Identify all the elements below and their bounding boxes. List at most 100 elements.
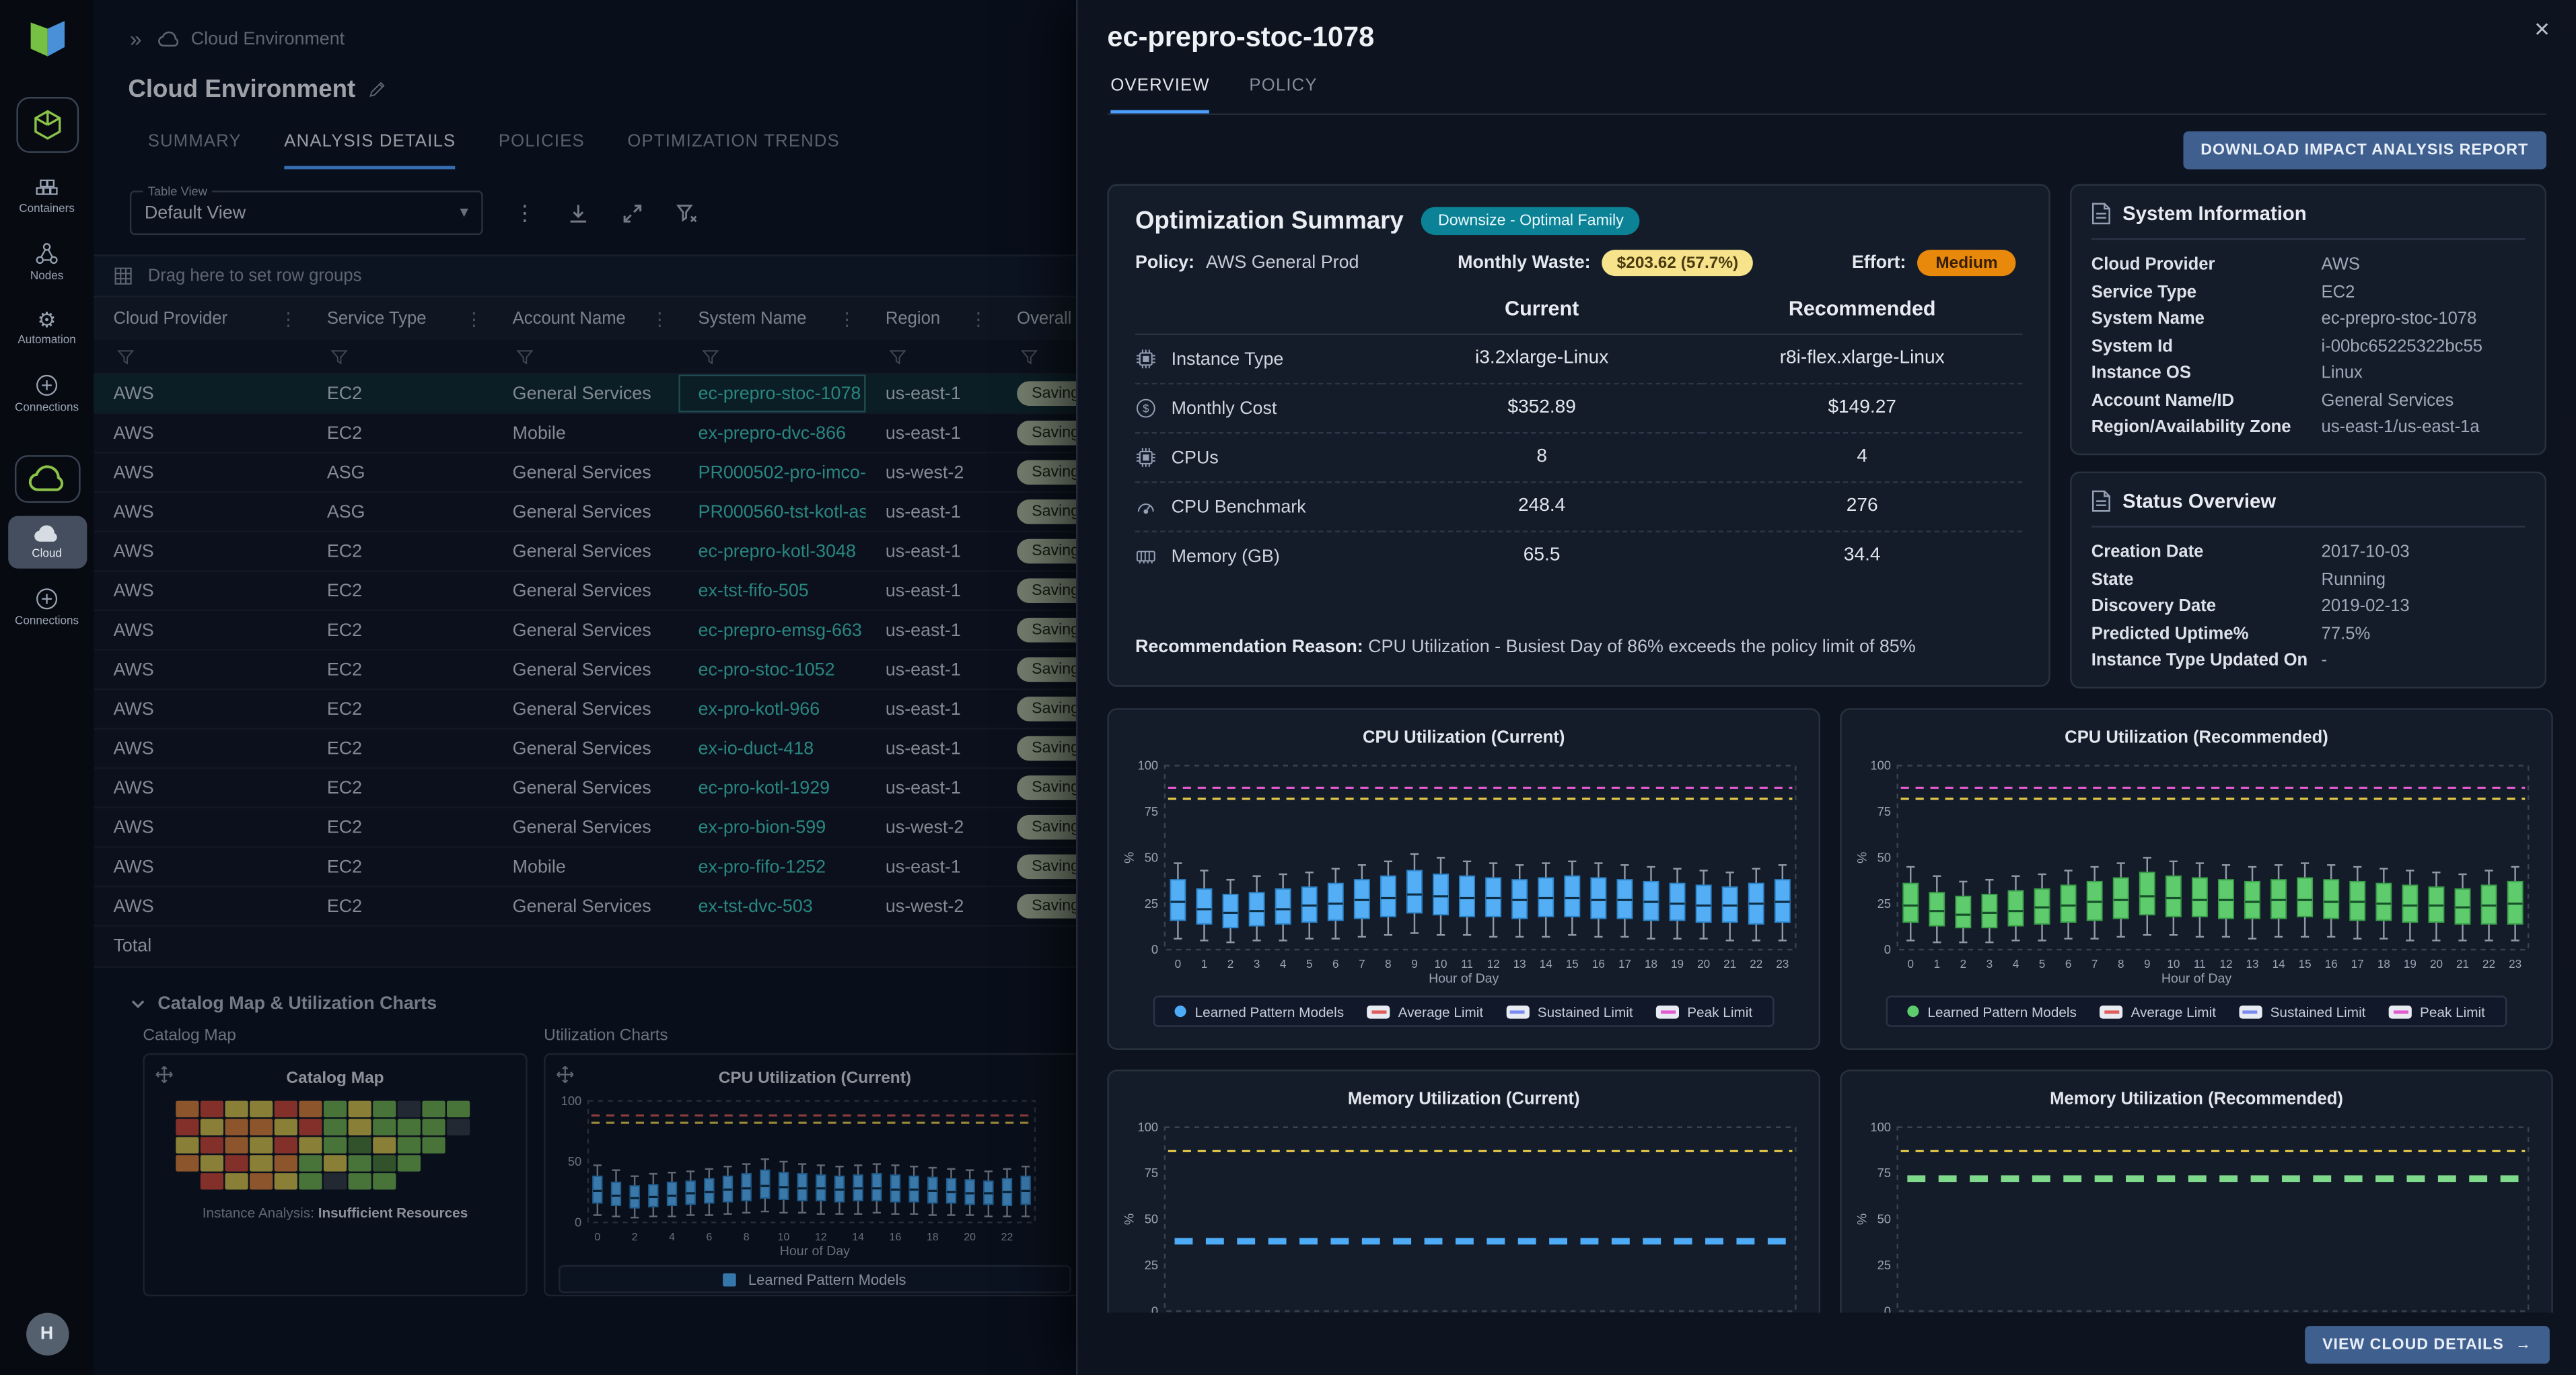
system-name-link[interactable]: PR000502-pro-imco-asg: [699, 462, 866, 482]
info-label: Predicted Uptime%: [2091, 623, 2322, 643]
filter-icon[interactable]: [493, 340, 678, 373]
cell-cloud-provider: AWS: [94, 532, 307, 570]
column-header-region[interactable]: Region⋮: [866, 297, 997, 340]
cell-system-name: ex-pro-fifo-1252: [678, 848, 865, 886]
system-name-link[interactable]: ec-prepro-stoc-1078: [699, 384, 861, 403]
system-name-link[interactable]: ex-prepro-dvc-866: [699, 423, 846, 443]
move-icon[interactable]: [154, 1065, 174, 1084]
column-header-service-type[interactable]: Service Type⋮: [308, 297, 493, 340]
monthly-waste-label: Monthly Waste:: [1458, 253, 1590, 273]
svg-text:100: 100: [1138, 759, 1159, 773]
tab-policy[interactable]: POLICY: [1249, 75, 1317, 113]
legend-label: Learned Pattern Models: [1195, 1003, 1345, 1019]
system-name-link[interactable]: ex-io-duct-418: [699, 738, 814, 758]
info-value: -: [2322, 651, 2526, 670]
svg-text:18: 18: [1645, 958, 1657, 971]
clear-filter-button[interactable]: [675, 201, 698, 224]
svg-text:9: 9: [1411, 958, 1418, 971]
grid-icon: [113, 266, 133, 285]
download-impact-report-button[interactable]: DOWNLOAD IMPACT ANALYSIS REPORT: [2182, 131, 2546, 169]
app-logo[interactable]: [22, 15, 71, 64]
tab-optimization-trends[interactable]: OPTIMIZATION TRENDS: [627, 131, 840, 169]
sidebar-item-nodes[interactable]: Nodes: [7, 234, 86, 291]
legend-dash-marker: [2389, 1005, 2412, 1018]
svg-text:8: 8: [744, 1232, 750, 1243]
cell-system-name: ec-prepro-kotl-3048: [678, 532, 865, 570]
svg-text:20: 20: [964, 1232, 976, 1243]
breadcrumb-label[interactable]: Cloud Environment: [191, 29, 345, 48]
sidebar-item-cloud-connections[interactable]: Connections: [7, 578, 86, 635]
legend-dot-marker: [1175, 1006, 1186, 1017]
cell-cloud-provider: AWS: [94, 572, 307, 610]
expand-button[interactable]: [621, 201, 644, 224]
svg-text:75: 75: [1145, 804, 1158, 818]
cloud-product-button[interactable]: [14, 455, 80, 503]
info-value: ec-prepro-stoc-1078: [2322, 309, 2526, 328]
system-name-link[interactable]: ex-pro-kotl-966: [699, 699, 820, 719]
svg-text:11: 11: [1461, 958, 1473, 971]
left-navigation: Containers Nodes ⚙ Automation Connection…: [0, 0, 94, 1375]
system-name-link[interactable]: ex-pro-fifo-1252: [699, 857, 826, 876]
cell-system-name: ec-prepro-emsg-663: [678, 611, 865, 649]
svg-text:22: 22: [2482, 958, 2495, 971]
column-menu-icon[interactable]: ⋮: [651, 308, 669, 330]
column-header-cloud-provider[interactable]: Cloud Provider⋮: [94, 297, 307, 340]
cell-system-name: ex-tst-dvc-503: [678, 887, 865, 925]
cell-system-name: ex-tst-fifo-505: [678, 572, 865, 610]
tab-analysis-details[interactable]: ANALYSIS DETAILS: [284, 131, 456, 169]
table-view-select[interactable]: Table View Default View ▾: [130, 190, 483, 235]
tab-overview[interactable]: OVERVIEW: [1110, 75, 1209, 113]
filter-icon[interactable]: [308, 340, 493, 373]
cell-service-type: ASG: [308, 454, 493, 491]
close-icon[interactable]: ×: [2534, 18, 2550, 44]
cloud-icon: [33, 524, 61, 544]
filter-icon[interactable]: [678, 340, 865, 373]
sidebar-item-label: Connections: [15, 402, 79, 414]
system-name-link[interactable]: ex-pro-bion-599: [699, 818, 826, 837]
filter-icon[interactable]: [866, 340, 997, 373]
system-name-link[interactable]: PR000560-tst-kotl-asg: [699, 502, 866, 522]
sidebar-item-containers[interactable]: Containers: [7, 166, 86, 223]
column-header-system-name[interactable]: System Name⋮: [678, 297, 865, 340]
expand-sidebar-icon[interactable]: »: [130, 26, 142, 51]
treemap-cell: [447, 1119, 470, 1135]
chevron-down-icon: [130, 995, 146, 1012]
chart-x-label: Hour of Day: [1122, 971, 1805, 986]
filter-icon[interactable]: [94, 340, 307, 373]
user-avatar[interactable]: H: [26, 1313, 68, 1355]
sidebar-item-connections[interactable]: Connections: [7, 365, 86, 422]
system-name-link[interactable]: ex-tst-dvc-503: [699, 896, 813, 916]
tab-policies[interactable]: POLICIES: [499, 131, 585, 169]
sidebar-item-cloud[interactable]: Cloud: [7, 516, 86, 569]
table-menu-button[interactable]: ⋮: [514, 200, 536, 226]
current-value: 248.4: [1382, 481, 1702, 530]
column-header-account-name[interactable]: Account Name⋮: [493, 297, 678, 340]
system-name-link[interactable]: ec-prepro-emsg-663: [699, 621, 862, 640]
svg-text:7: 7: [1359, 958, 1365, 971]
system-name-link[interactable]: ex-tst-fifo-505: [699, 581, 809, 600]
system-name-link[interactable]: ec-prepro-kotl-3048: [699, 541, 856, 561]
svg-text:10: 10: [1435, 958, 1447, 971]
system-name-link[interactable]: ec-pro-stoc-1052: [699, 660, 835, 679]
svg-text:4: 4: [2013, 958, 2019, 971]
svg-text:100: 100: [561, 1094, 582, 1108]
edit-icon[interactable]: [369, 81, 387, 99]
column-menu-icon[interactable]: ⋮: [279, 308, 297, 330]
containers-product-button[interactable]: [15, 97, 78, 153]
column-menu-icon[interactable]: ⋮: [969, 308, 987, 330]
download-button[interactable]: [567, 201, 589, 224]
tab-summary[interactable]: SUMMARY: [148, 131, 242, 169]
cell-account-name: General Services: [493, 769, 678, 807]
move-icon[interactable]: [555, 1065, 575, 1084]
sidebar-item-automation[interactable]: ⚙ Automation: [7, 301, 86, 355]
column-menu-icon[interactable]: ⋮: [465, 308, 483, 330]
view-cloud-details-button[interactable]: VIEW CLOUD DETAILS →: [2304, 1325, 2550, 1363]
system-name-link[interactable]: ec-pro-kotl-1929: [699, 778, 830, 798]
cell-account-name: Mobile: [493, 414, 678, 452]
svg-text:%: %: [1855, 1213, 1869, 1225]
cell-account-name: General Services: [493, 887, 678, 925]
sidebar-item-label: Nodes: [30, 271, 63, 283]
treemap-cell: [373, 1101, 396, 1117]
svg-text:4: 4: [1280, 958, 1287, 971]
column-menu-icon[interactable]: ⋮: [838, 308, 856, 330]
